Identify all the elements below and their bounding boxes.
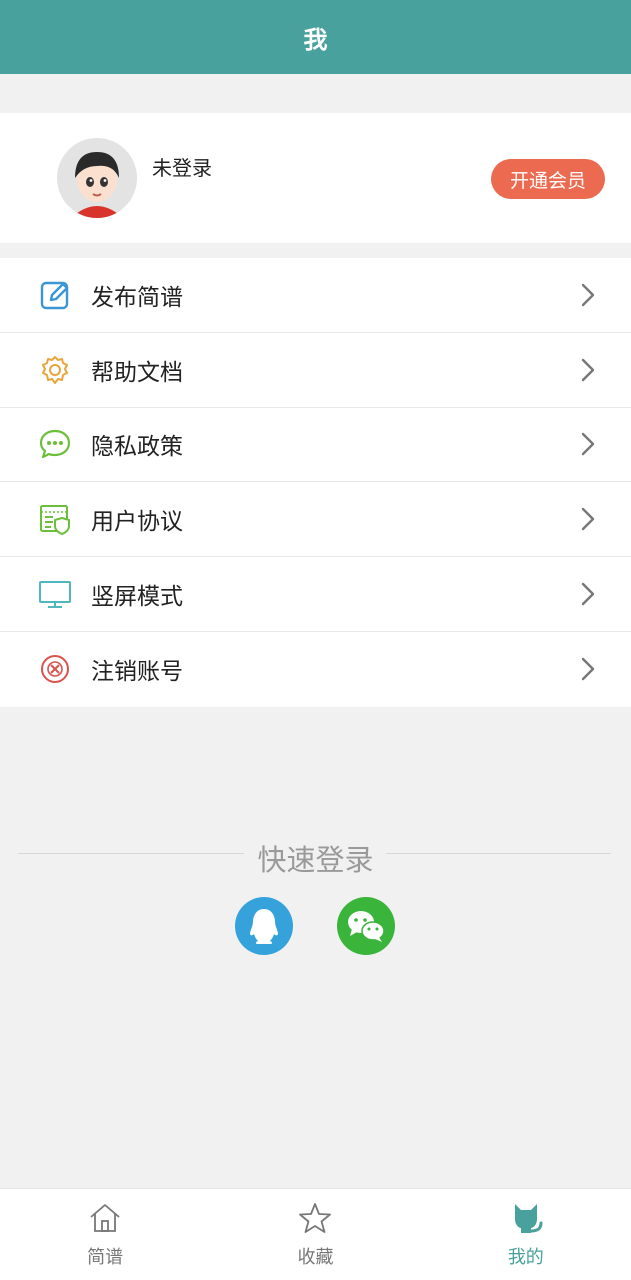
menu-label: 用户协议: [91, 509, 183, 536]
chat-icon: [39, 430, 71, 459]
bottom-tab-bar: 简谱 收藏 我的: [0, 1188, 631, 1280]
menu-label: 隐私政策: [91, 434, 183, 461]
menu-item-publish[interactable]: 发布简谱: [0, 258, 631, 333]
gear-icon: [42, 355, 68, 384]
menu-label: 竖屏模式: [91, 584, 183, 611]
tab-jianpu[interactable]: 简谱: [0, 1189, 210, 1280]
menu-item-portrait-mode[interactable]: 竖屏模式: [0, 557, 631, 632]
menu-item-privacy[interactable]: 隐私政策: [0, 408, 631, 483]
chevron-right-icon: [581, 658, 595, 681]
edit-icon: [40, 281, 69, 310]
document-shield-icon: [40, 505, 70, 536]
monitor-icon: [39, 581, 71, 609]
menu-item-delete-account[interactable]: 注销账号: [0, 632, 631, 707]
tab-label: 简谱: [87, 1247, 124, 1268]
page-title: 我: [303, 25, 328, 54]
wechat-login-button[interactable]: [337, 897, 395, 955]
menu-label: 注销账号: [91, 659, 183, 686]
qq-login-button[interactable]: [235, 897, 293, 955]
home-icon: [90, 1204, 120, 1232]
chevron-right-icon: [581, 358, 595, 381]
tab-mine[interactable]: 我的: [421, 1189, 631, 1280]
avatar-boy-icon: [57, 138, 137, 218]
tab-favorites[interactable]: 收藏: [210, 1189, 420, 1280]
menu-item-agreement[interactable]: 用户协议: [0, 482, 631, 558]
profile-card: 未登录 开通会员: [0, 113, 631, 243]
cat-icon: [514, 1204, 543, 1233]
star-icon: [299, 1203, 332, 1233]
chevron-right-icon: [581, 582, 595, 606]
chevron-right-icon: [581, 283, 595, 307]
login-status[interactable]: 未登录: [152, 152, 212, 181]
wechat-icon: [348, 911, 385, 942]
quick-login-title: 快速登录: [257, 843, 374, 877]
close-circle-icon: [41, 655, 69, 684]
tab-label: 我的: [507, 1247, 544, 1268]
chevron-right-icon: [581, 508, 595, 531]
menu-label: 发布简谱: [91, 284, 183, 311]
menu-item-help[interactable]: 帮助文档: [0, 333, 631, 408]
menu-label: 帮助文档: [91, 359, 183, 386]
top-header: 我: [0, 0, 631, 74]
qq-icon: [250, 909, 278, 944]
quick-login-divider: 快速登录: [0, 835, 631, 877]
avatar[interactable]: [57, 138, 137, 218]
vip-button[interactable]: 开通会员: [491, 159, 605, 199]
tab-label: 收藏: [297, 1247, 334, 1268]
settings-menu: 发布简谱 帮助文档 隐私政策 用户协议 竖屏模式 注销账号: [0, 258, 631, 707]
chevron-right-icon: [581, 433, 595, 456]
